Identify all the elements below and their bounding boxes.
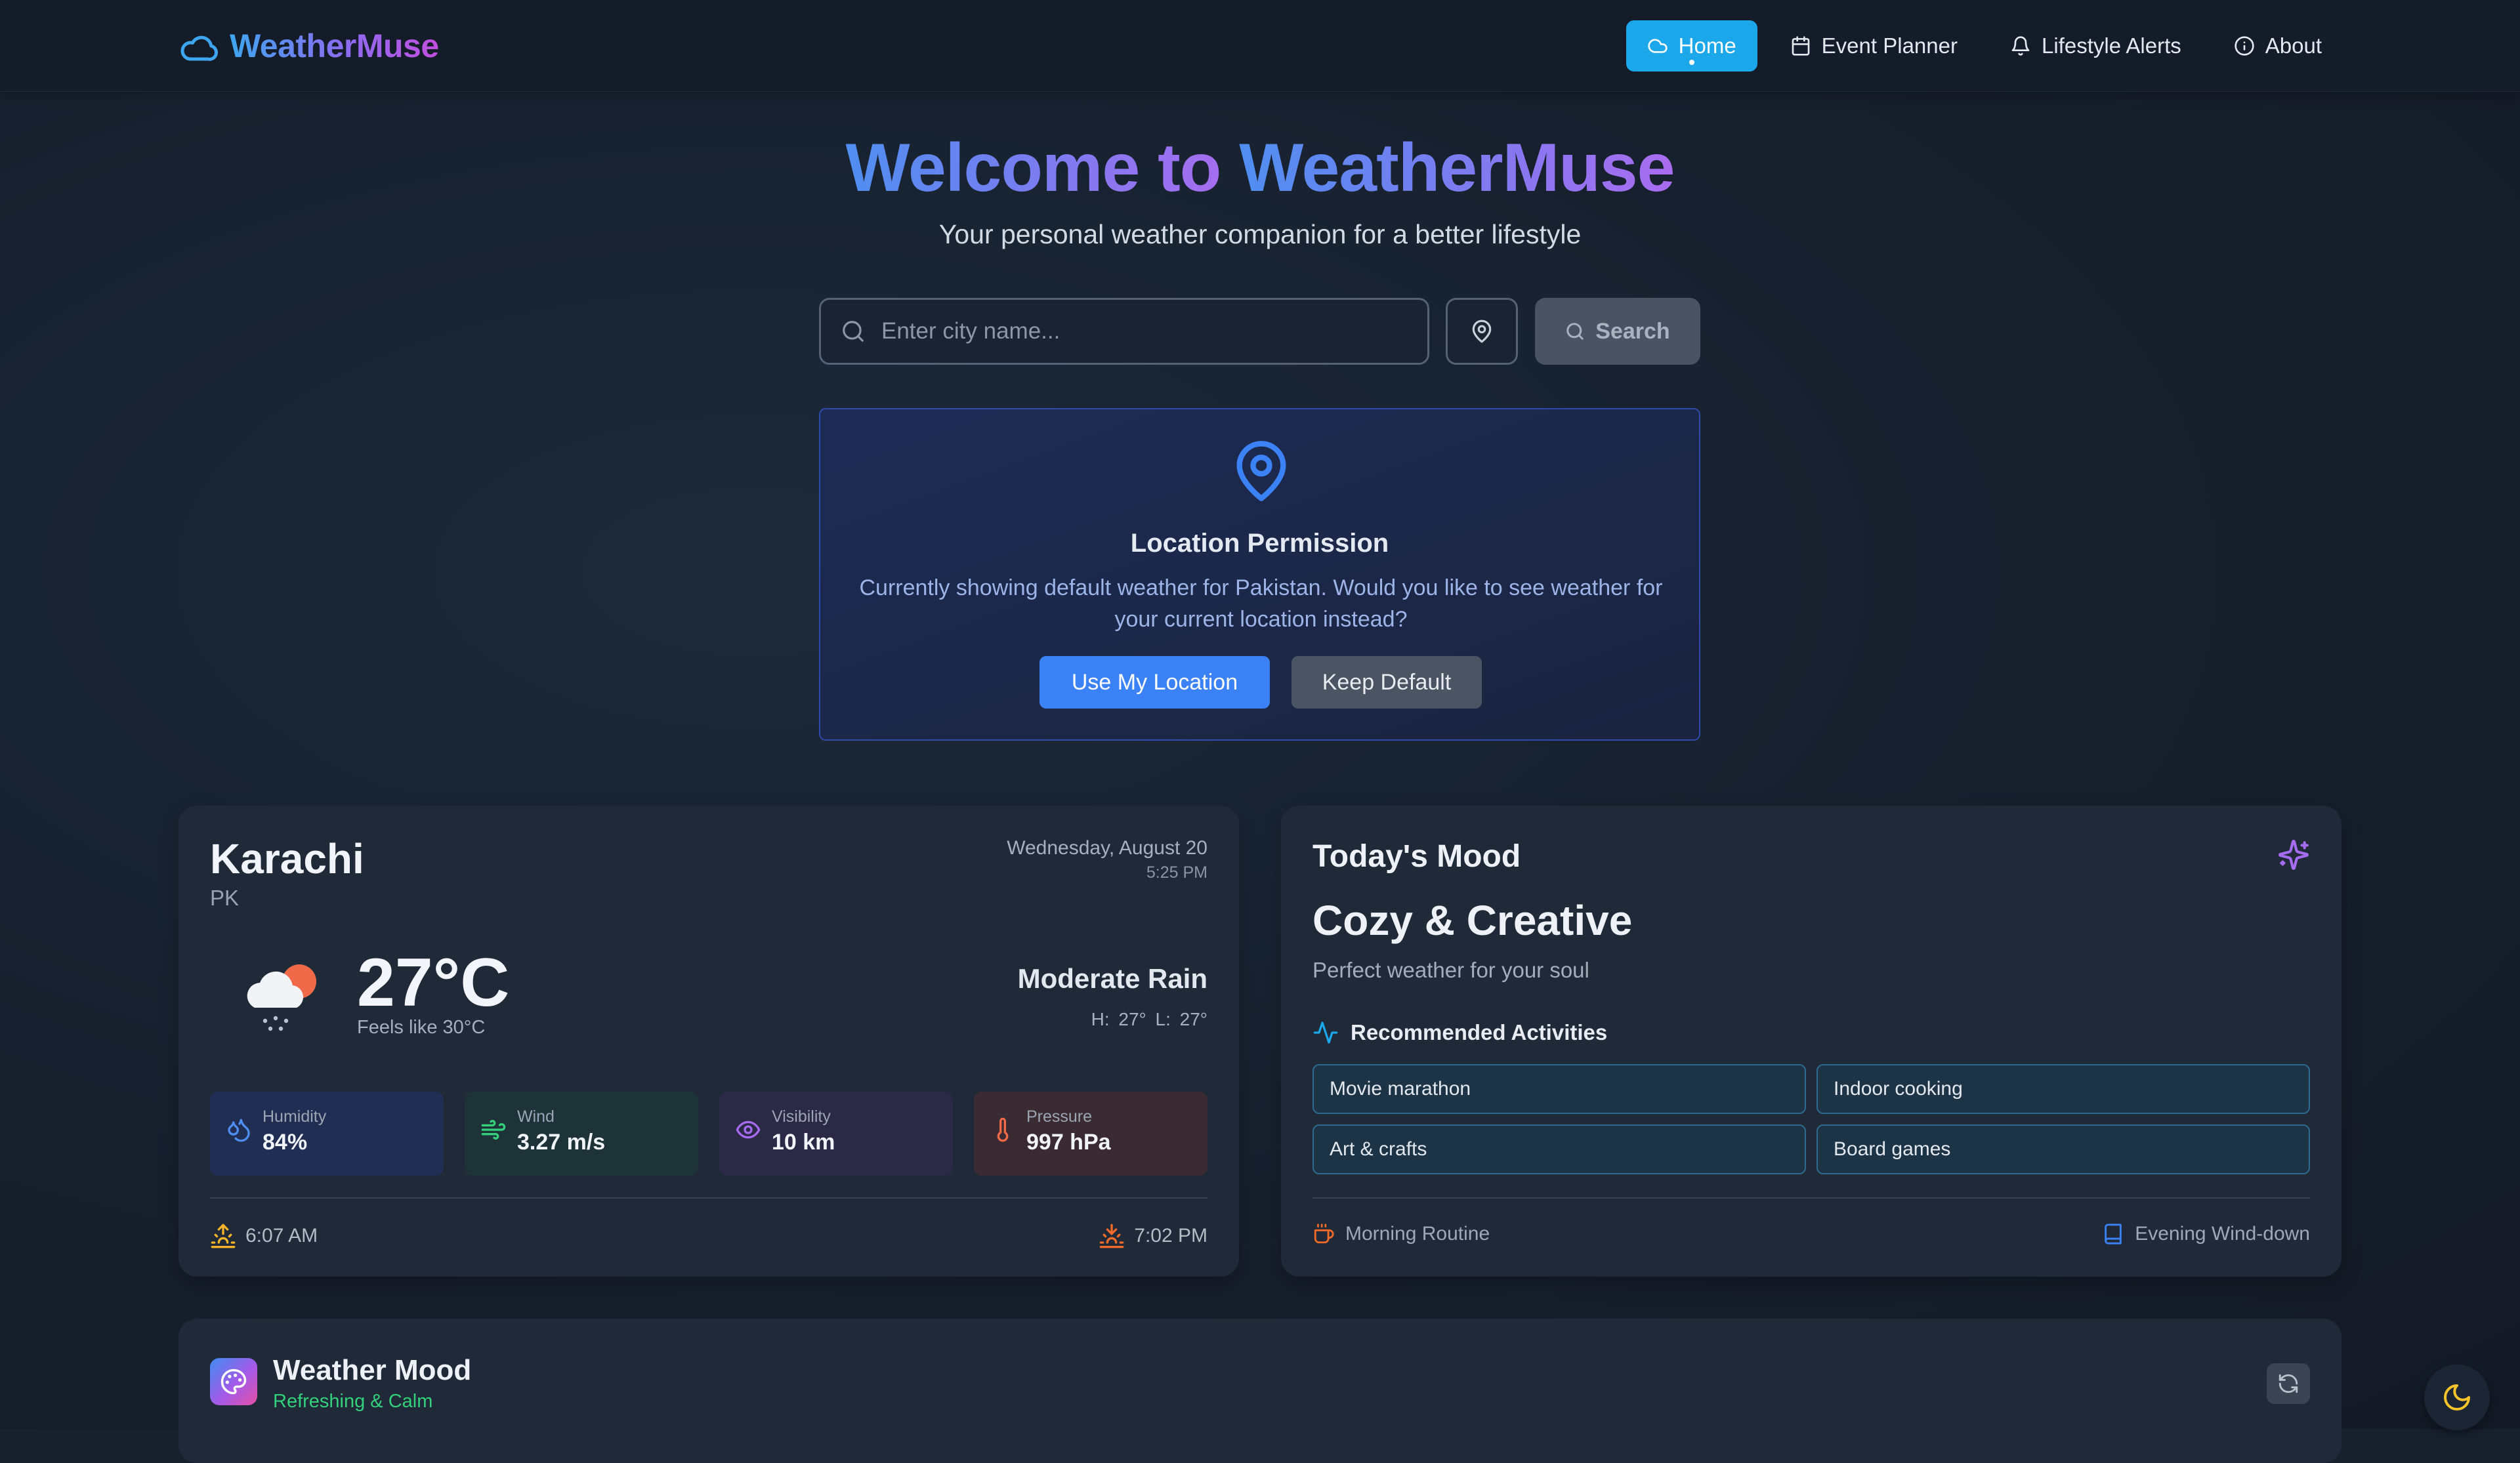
sunset: 7:02 PM xyxy=(1099,1223,1208,1249)
search-box xyxy=(819,298,1429,365)
activity-icon xyxy=(1313,1021,1338,1044)
evening-wind-down-label: Evening Wind-down xyxy=(2135,1223,2310,1245)
sunrise-icon xyxy=(211,1224,236,1248)
weather-condition: Moderate Rain xyxy=(1017,963,1208,994)
weather-mood-subtitle: Refreshing & Calm xyxy=(273,1391,433,1412)
book-icon xyxy=(2105,1224,2122,1245)
nav-lifestyle-alerts[interactable]: Lifestyle Alerts xyxy=(1990,20,2201,72)
coffee-icon xyxy=(1314,1224,1334,1244)
search-button[interactable]: Search xyxy=(1535,298,1700,365)
mood-card-title: Today's Mood xyxy=(1312,839,1521,874)
nav-lifestyle-alerts-label: Lifestyle Alerts xyxy=(2041,33,2181,58)
moon-icon xyxy=(2444,1384,2470,1411)
evening-wind-down[interactable]: Evening Wind-down xyxy=(2102,1223,2310,1245)
recommended-activities-label: Recommended Activities xyxy=(1351,1020,1608,1044)
pressure-label: Pressure xyxy=(1026,1107,1093,1126)
location-permission-panel: Location Permission Currently showing de… xyxy=(819,408,1700,741)
navbar: WeatherMuse Home Event Planner Lifestyle… xyxy=(0,0,2520,92)
brand-name: WeatherMuse xyxy=(230,28,439,64)
sunrise: 6:07 AM xyxy=(210,1223,318,1249)
cloud-logo-icon xyxy=(180,35,218,61)
weather-mood-title: Weather Mood xyxy=(273,1354,472,1386)
rain-cloud-icon xyxy=(247,964,316,1031)
wind-icon xyxy=(481,1120,506,1140)
cloud-icon xyxy=(1647,39,1668,53)
visibility-label: Visibility xyxy=(772,1107,831,1126)
refresh-icon xyxy=(2278,1374,2298,1393)
current-location-button[interactable] xyxy=(1446,298,1518,365)
search-input[interactable] xyxy=(881,318,1393,344)
current-date: Wednesday, August 20 xyxy=(1007,837,1208,859)
wind-label: Wind xyxy=(517,1107,555,1126)
sunset-time: 7:02 PM xyxy=(1134,1225,1208,1247)
temperature: 27°C xyxy=(357,945,510,1021)
nav-about-label: About xyxy=(2265,33,2322,58)
humidity-stat: Humidity 84% xyxy=(210,1092,444,1176)
divider xyxy=(1312,1197,2310,1199)
calendar-icon xyxy=(1792,36,1810,56)
wind-value: 3.27 m/s xyxy=(517,1130,606,1155)
visibility-value: 10 km xyxy=(772,1130,835,1155)
sunset-icon xyxy=(1099,1224,1124,1248)
theme-toggle-button[interactable] xyxy=(2424,1365,2490,1430)
wind-stat: Wind 3.27 m/s xyxy=(465,1092,698,1176)
hero-title: Welcome to WeatherMuse xyxy=(0,129,2520,207)
sparkles-icon xyxy=(2278,840,2309,870)
morning-routine-label: Morning Routine xyxy=(1345,1223,1490,1245)
hero-title-prefix: Welcome to xyxy=(845,130,1240,206)
permission-title: Location Permission xyxy=(1130,529,1389,558)
humidity-value: 84% xyxy=(262,1130,308,1155)
pressure-stat: Pressure 997 hPa xyxy=(974,1092,1208,1176)
search-icon xyxy=(1566,323,1584,340)
nav-home-label: Home xyxy=(1678,33,1736,58)
country-code: PK xyxy=(210,886,240,910)
nav-event-planner[interactable]: Event Planner xyxy=(1771,20,1977,72)
current-weather-card: Karachi PK Wednesday, August 20 5:25 PM … xyxy=(178,806,1239,1277)
sunrise-time: 6:07 AM xyxy=(245,1225,318,1247)
bell-icon xyxy=(2011,36,2030,56)
morning-routine[interactable]: Morning Routine xyxy=(1312,1223,1490,1245)
nav-event-planner-label: Event Planner xyxy=(1821,33,1958,58)
active-indicator xyxy=(1689,60,1694,65)
hero-title-brand: WeatherMuse xyxy=(1239,130,1675,206)
eye-icon xyxy=(736,1121,761,1139)
search-icon xyxy=(843,321,864,342)
main-nav: Home Event Planner Lifestyle Alerts Abou… xyxy=(1626,20,2342,72)
mood-name: Cozy & Creative xyxy=(1312,897,1633,944)
map-pin-icon xyxy=(1236,441,1286,501)
todays-mood-card: Today's Mood Cozy & Creative Perfect wea… xyxy=(1281,806,2342,1277)
info-icon xyxy=(2235,36,2254,56)
droplets-icon xyxy=(228,1119,250,1142)
brand-logo[interactable]: WeatherMuse xyxy=(178,25,439,67)
humidity-label: Humidity xyxy=(262,1107,327,1126)
use-my-location-button[interactable]: Use My Location xyxy=(1040,656,1270,709)
activity-item[interactable]: Indoor cooking xyxy=(1816,1064,2310,1114)
refresh-button[interactable] xyxy=(2267,1363,2310,1404)
high-low-temp: H: 27° L: 27° xyxy=(1091,1009,1208,1029)
activity-item[interactable]: Art & crafts xyxy=(1312,1124,1806,1174)
mood-description: Perfect weather for your soul xyxy=(1312,958,1589,982)
feels-like: Feels like 30°C xyxy=(357,1017,486,1038)
nav-home[interactable]: Home xyxy=(1626,20,1757,72)
visibility-stat: Visibility 10 km xyxy=(719,1092,953,1176)
map-pin-icon xyxy=(1472,319,1492,343)
recommended-activities-heading: Recommended Activities xyxy=(1312,1020,1607,1046)
thermometer-icon xyxy=(997,1117,1009,1142)
divider xyxy=(210,1197,1208,1199)
current-time: 5:25 PM xyxy=(1146,863,1208,882)
activity-item[interactable]: Movie marathon xyxy=(1312,1064,1806,1114)
permission-message: Currently showing default weather for Pa… xyxy=(859,575,1663,632)
keep-default-button[interactable]: Keep Default xyxy=(1292,656,1482,709)
search-button-label: Search xyxy=(1595,318,1670,344)
city-name: Karachi xyxy=(210,835,364,882)
pressure-value: 997 hPa xyxy=(1026,1130,1111,1155)
hero-subtitle: Your personal weather companion for a be… xyxy=(938,219,1582,249)
palette-icon xyxy=(210,1358,257,1405)
nav-about[interactable]: About xyxy=(2214,20,2342,72)
weather-mood-card: Weather Mood Refreshing & Calm xyxy=(178,1319,2342,1463)
activity-item[interactable]: Board games xyxy=(1816,1124,2310,1174)
